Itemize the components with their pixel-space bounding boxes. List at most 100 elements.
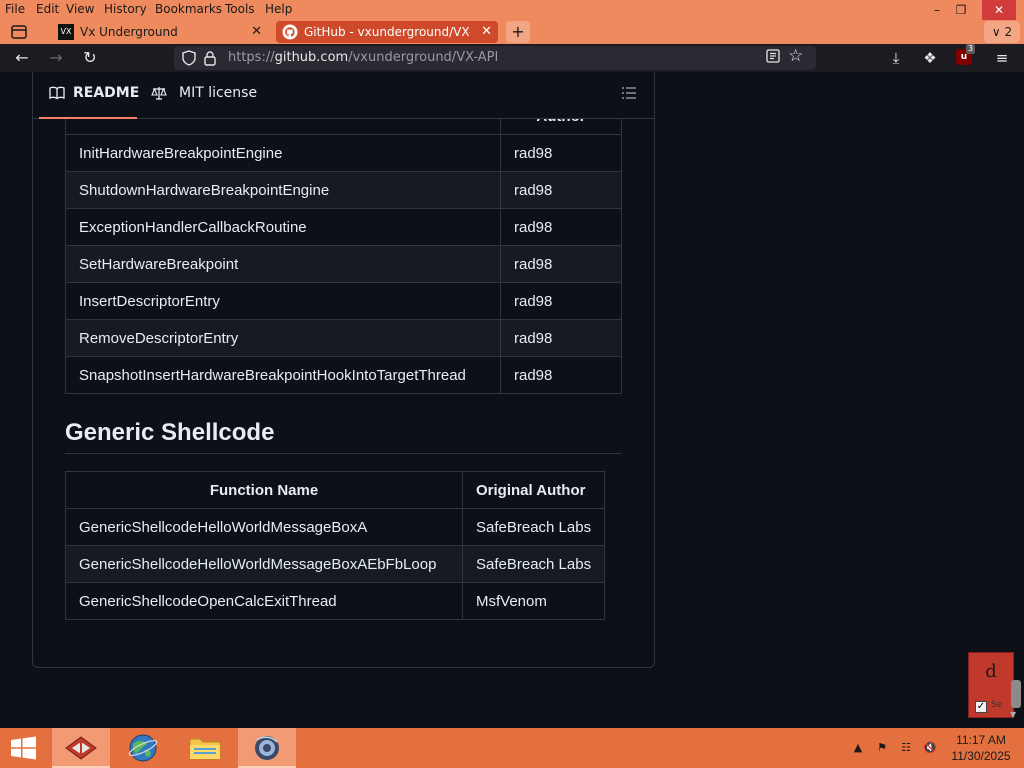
clock-date: 11/30/2025 [951,749,1011,763]
firefox-view-button[interactable] [6,21,32,43]
readme-header: README MIT license [33,72,654,119]
author-cell: SafeBreach Labs [461,508,606,546]
close-tab-icon[interactable]: ✕ [481,21,492,43]
tab-readme[interactable]: README [39,79,140,119]
reload-icon: ↻ [83,48,97,67]
widget-label: Se [991,700,1003,710]
floating-dictionary-widget[interactable]: d ✓ Se [968,652,1014,718]
author-cell: SafeBreach Labs [461,545,606,583]
function-name-cell: GenericShellcodeOpenCalcExitThread [65,582,463,620]
taskbar-app-file-explorer[interactable] [176,728,234,768]
red-box-app-icon [65,736,97,760]
close-tab-icon[interactable]: ✕ [251,21,262,43]
table-row: ShutdownHardwareBreakpointEngine rad98 [65,171,622,209]
arrow-right-icon: → [49,48,63,67]
function-name-cell: GenericShellcodeHelloWorldMessageBoxAEbF… [65,545,463,583]
scroll-down-arrow-icon[interactable]: ▼ [1010,710,1016,719]
function-name-cell: ExceptionHandlerCallbackRoutine [65,208,501,246]
author-cell: rad98 [500,208,622,246]
vx-favicon-icon: VX [58,24,74,40]
table-row: GenericShellcodeOpenCalcExitThread MsfVe… [65,582,606,620]
action-center-flag-icon[interactable]: ⚑ [874,740,890,756]
table-row: GenericShellcodeHelloWorldMessageBoxAEbF… [65,545,606,583]
menu-bar: File Edit View History Bookmarks Tools H… [0,0,1024,20]
tracking-protection-shield-icon[interactable] [182,50,196,66]
menu-edit[interactable]: Edit [36,2,59,16]
table-row: RemoveDescriptorEntry rad98 [65,319,622,357]
function-name-cell: SnapshotInsertHardwareBreakpointHookInto… [65,356,501,394]
table-header-row: Function Name Original Author [65,471,606,509]
table-row: InitHardwareBreakpointEngine rad98 [65,134,622,172]
function-name-cell: ShutdownHardwareBreakpointEngine [65,171,501,209]
function-name-cell: GenericShellcodeHelloWorldMessageBoxA [65,508,463,546]
author-cell: rad98 [500,134,622,172]
menu-bookmarks[interactable]: Bookmarks [155,2,222,16]
law-scale-icon [151,87,167,100]
widget-checkbox[interactable]: ✓ [975,701,987,713]
restore-button[interactable]: ❐ [944,0,978,20]
table-row: InsertDescriptorEntry rad98 [65,282,622,320]
folder-icon [189,738,221,760]
page-scrollbar-thumb[interactable] [1011,680,1021,708]
system-clock[interactable]: 11:17 AM 11/30/2025 [944,732,1018,764]
tab-github[interactable]: GitHub - vxunderground/VX-API ✕ [276,21,498,43]
url-bar[interactable]: https://github.com/vxunderground/VX-API [174,46,816,70]
hamburger-menu-icon: ≡ [995,49,1009,67]
function-name-cell: InsertDescriptorEntry [65,282,501,320]
windows-logo-icon [11,736,36,760]
menu-file[interactable]: File [5,2,25,16]
tab-vx-underground[interactable]: VX Vx Underground ✕ [52,21,268,43]
new-tab-button[interactable]: + [506,21,530,43]
reader-view-icon[interactable] [766,49,780,63]
tab-count: 2 [1004,25,1013,39]
column-header-function-name: Function Name [65,471,463,509]
table-row: SnapshotInsertHardwareBreakpointHookInto… [65,356,622,394]
windows-taskbar: ▲ ⚑ ☷ 🔇 11:17 AM 11/30/2025 [0,728,1024,768]
author-cell: rad98 [500,171,622,209]
column-header-original-author: Original Author [461,471,606,509]
show-hidden-icons-chevron-icon[interactable]: ▲ [850,740,866,756]
extensions-button[interactable]: ❖ [918,46,942,70]
widget-letter: d [985,661,997,682]
menu-help[interactable]: Help [265,2,292,16]
taskbar-app-toolbox[interactable] [52,728,110,768]
lock-icon[interactable] [204,50,216,66]
downloads-button[interactable]: ⤓ [884,46,908,70]
url-text[interactable]: https://github.com/vxunderground/VX-API [228,46,498,70]
app-menu-button[interactable]: ≡ [990,46,1014,70]
function-name-cell: InitHardwareBreakpointEngine [65,134,501,172]
tab-title: Vx Underground [80,25,178,39]
volume-muted-icon[interactable]: 🔇 [922,740,938,756]
function-name-cell: RemoveDescriptorEntry [65,319,501,357]
author-cell: rad98 [500,282,622,320]
hardware-breakpoint-table: Author InitHardwareBreakpointEngine rad9… [65,97,622,394]
arrow-left-icon: ← [15,48,29,67]
menu-view[interactable]: View [66,2,94,16]
back-button[interactable]: ← [10,46,34,70]
tab-readme-label: README [73,85,140,101]
generic-shellcode-table: Function Name Original Author GenericShe… [65,471,606,620]
forward-button[interactable]: → [44,46,68,70]
page-content: README MIT license InitHardwareBreakpoin… [0,72,1024,728]
author-cell: rad98 [500,319,622,357]
network-icon[interactable]: ☷ [898,740,914,756]
reload-button[interactable]: ↻ [78,46,102,70]
close-window-button[interactable]: ✕ [982,0,1016,20]
outline-list-icon[interactable] [619,83,639,103]
author-cell: rad98 [500,245,622,283]
list-all-tabs-button[interactable]: ∨ 2 [984,21,1020,43]
taskbar-app-firefox[interactable] [238,728,296,768]
firefox-view-icon [11,25,27,39]
tab-strip: VX Vx Underground ✕ GitHub - vxundergrou… [0,20,1024,44]
author-cell: rad98 [500,356,622,394]
clock-time: 11:17 AM [956,733,1006,747]
taskbar-app-browser-globe[interactable] [114,728,172,768]
chevron-down-icon: ∨ [991,25,1001,39]
function-name-cell: SetHardwareBreakpoint [65,245,501,283]
bookmark-star-icon[interactable]: ☆ [788,46,803,66]
table-row: SetHardwareBreakpoint rad98 [65,245,622,283]
navigation-toolbar: ← → ↻ https://github.com/vxunderground/V… [0,44,1024,72]
menu-history[interactable]: History [104,2,147,16]
menu-tools[interactable]: Tools [225,2,255,16]
start-button[interactable] [0,728,46,768]
